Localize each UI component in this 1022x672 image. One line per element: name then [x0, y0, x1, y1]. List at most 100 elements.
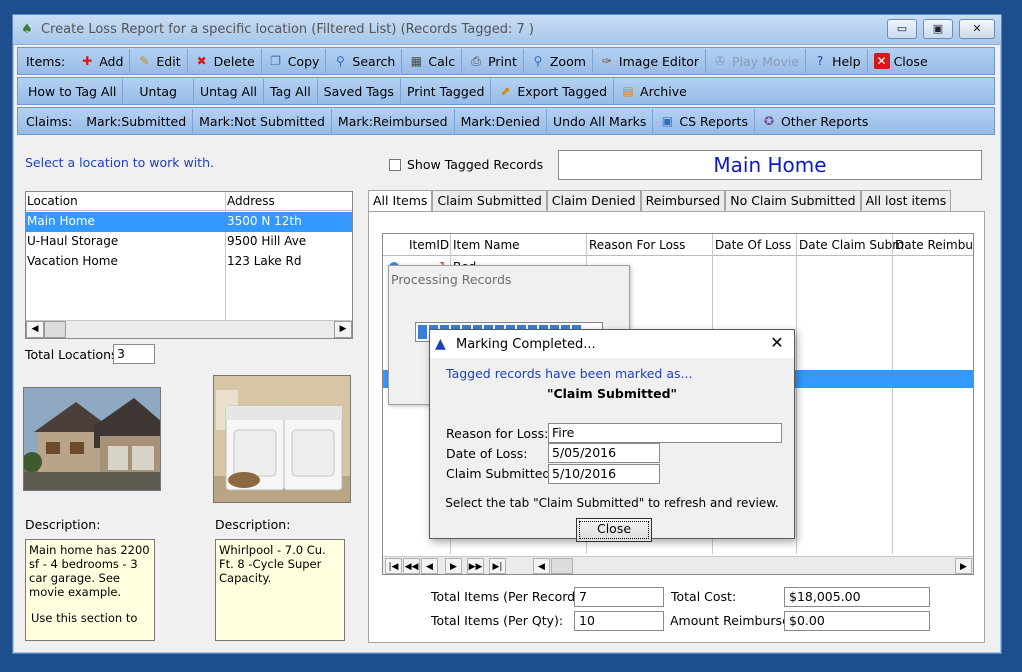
scroll-left-icon[interactable]: ◀	[26, 321, 44, 338]
archive-icon: ▤	[622, 84, 634, 98]
scroll-right-icon[interactable]: ▶	[955, 558, 972, 574]
tab-reimbursed[interactable]: Reimbursed	[640, 190, 726, 212]
claim-submitted-field[interactable]: 5/10/2016	[548, 464, 660, 484]
add-button[interactable]: ✚ Add	[73, 49, 131, 73]
dialog-title-bar: ▲ Marking Completed... ✕	[430, 330, 794, 358]
cs-reports-button[interactable]: ▣ CS Reports	[653, 109, 755, 133]
help-button[interactable]: ? Help	[806, 49, 868, 73]
dialog-close-button[interactable]: Close	[576, 518, 652, 542]
total-items-qty-field[interactable]: 10	[574, 611, 664, 631]
maximize-button[interactable]: ▣	[923, 19, 953, 39]
item-photo[interactable]	[213, 375, 351, 503]
claim-tabs: All Items Claim Submitted Claim Denied R…	[368, 190, 952, 212]
date-of-loss-field[interactable]: 5/05/2016	[548, 443, 660, 463]
saved-tags-button[interactable]: Saved Tags	[318, 79, 401, 103]
location-row[interactable]: Vacation Home 123 Lake Rd	[26, 252, 352, 272]
location-photo[interactable]	[23, 387, 161, 491]
items-header: ItemID Item Name Reason For Loss Date Of…	[383, 234, 973, 256]
marking-message: Tagged records have been marked as...	[446, 366, 693, 381]
delete-icon: ✖	[196, 54, 207, 68]
delete-button[interactable]: ✖ Delete	[188, 49, 262, 73]
export-tagged-button[interactable]: ⬈ Export Tagged	[491, 79, 615, 103]
items-toolbar-label: Items:	[26, 53, 66, 69]
date-claim-column-header[interactable]: Date Claim Subm	[799, 238, 904, 252]
minimize-button[interactable]: ▭	[887, 19, 917, 39]
edit-icon: ✎	[139, 54, 150, 68]
untag-button[interactable]: Untag	[123, 79, 194, 103]
tab-all-items[interactable]: All Items	[368, 190, 433, 212]
locations-horizontal-scrollbar[interactable]: ◀ ▶	[26, 320, 352, 338]
copy-button[interactable]: ❐ Copy	[262, 49, 327, 73]
mark-reimbursed-button[interactable]: Mark:Reimbursed	[332, 109, 455, 133]
paintbrush-icon: ✑	[601, 54, 612, 68]
calculator-icon: ▦	[410, 54, 423, 68]
date-reimbursed-column-header[interactable]: Date Reimburs	[895, 238, 973, 252]
show-tagged-checkbox[interactable]	[389, 159, 401, 171]
select-location-hint: Select a location to work with.	[25, 155, 214, 170]
tag-toolbar: How to Tag All Untag Untag All Tag All S…	[17, 77, 995, 105]
date-of-loss-label: Date of Loss:	[446, 446, 528, 461]
image-editor-button[interactable]: ✑ Image Editor	[593, 49, 707, 73]
print-button[interactable]: ⎙ Print	[462, 49, 524, 73]
address-column-header[interactable]: Address	[227, 194, 275, 208]
tab-claim-denied[interactable]: Claim Denied	[546, 190, 641, 212]
printer-icon: ⎙	[471, 54, 481, 68]
locations-grid: Location Address Main Home 3500 N 12th U…	[25, 191, 353, 339]
how-to-tag-all-button[interactable]: How to Tag All	[22, 79, 124, 103]
last-record-icon[interactable]: ▶|	[489, 558, 506, 574]
location-row[interactable]: Main Home 3500 N 12th	[26, 212, 352, 232]
scroll-thumb[interactable]	[44, 321, 66, 338]
total-items-records-field[interactable]: 7	[574, 587, 664, 607]
tag-all-button[interactable]: Tag All	[264, 79, 318, 103]
date-loss-column-header[interactable]: Date Of Loss	[715, 238, 791, 252]
first-record-icon[interactable]: |◀	[385, 558, 402, 574]
amount-reimbursed-field[interactable]: $0.00	[784, 611, 930, 631]
location-row[interactable]: U-Haul Storage 9500 Hill Ave	[26, 232, 352, 252]
location-column-header[interactable]: Location	[27, 194, 78, 208]
other-reports-button[interactable]: ✪ Other Reports	[755, 109, 874, 133]
item-name-column-header[interactable]: Item Name	[453, 238, 520, 252]
untag-all-button[interactable]: Untag All	[194, 79, 265, 103]
edit-button[interactable]: ✎ Edit	[130, 49, 188, 73]
mark-submitted-button[interactable]: Mark:Submitted	[80, 109, 194, 133]
total-cost-field[interactable]: $18,005.00	[784, 587, 930, 607]
zoom-button[interactable]: ⚲ Zoom	[524, 49, 593, 73]
search-button[interactable]: ⚲ Search	[326, 49, 403, 73]
dialog-close-icon[interactable]: ✕	[768, 334, 786, 352]
next-record-icon[interactable]: ▶	[445, 558, 462, 574]
scroll-right-icon[interactable]: ▶	[334, 321, 352, 338]
item-description-field[interactable]: Whirlpool - 7.0 Cu. Ft. 8 -Cycle Super C…	[215, 539, 345, 641]
tab-no-claim-submitted[interactable]: No Claim Submitted	[725, 190, 861, 212]
total-locations-field[interactable]: 3	[113, 344, 155, 364]
claim-submitted-label: Claim Submitted:	[446, 466, 555, 481]
print-tagged-button[interactable]: Print Tagged	[401, 79, 492, 103]
close-button[interactable]: ✕ Close	[868, 49, 934, 73]
marking-completed-dialog: ▲ Marking Completed... ✕ Tagged records …	[429, 329, 795, 542]
tab-all-lost-items[interactable]: All lost items	[860, 190, 952, 212]
locations-header: Location Address	[26, 192, 352, 211]
itemid-column-header[interactable]: ItemID	[409, 238, 449, 252]
report-icon: ▣	[661, 114, 674, 128]
reason-column-header[interactable]: Reason For Loss	[589, 238, 685, 252]
mark-denied-button[interactable]: Mark:Denied	[455, 109, 547, 133]
scroll-thumb[interactable]	[551, 558, 573, 574]
window-close-button[interactable]: ✕	[959, 19, 995, 39]
marking-note: Select the tab "Claim Submitted" to refr…	[445, 496, 779, 510]
undo-all-marks-button[interactable]: Undo All Marks	[547, 109, 654, 133]
reason-for-loss-field[interactable]: Fire	[548, 423, 782, 443]
mark-not-submitted-button[interactable]: Mark:Not Submitted	[193, 109, 332, 133]
scroll-left-icon[interactable]: ◀	[533, 558, 550, 574]
play-movie-button[interactable]: ✇ Play Movie	[706, 49, 807, 73]
badge-icon: ✪	[763, 114, 774, 128]
prev-record-icon[interactable]: ◀	[421, 558, 438, 574]
calc-button[interactable]: ▦ Calc	[402, 49, 463, 73]
title-bar: ♠ Create Loss Report for a specific loca…	[13, 15, 1001, 45]
archive-button[interactable]: ▤ Archive	[614, 79, 693, 103]
next-page-icon[interactable]: ▶▶	[467, 558, 484, 574]
show-tagged-label[interactable]: Show Tagged Records	[407, 157, 543, 172]
location-description-field[interactable]: Main home has 2200 sf - 4 bedrooms - 3 c…	[25, 539, 155, 641]
tab-claim-submitted[interactable]: Claim Submitted	[432, 190, 547, 212]
help-icon: ?	[816, 54, 824, 68]
prev-page-icon[interactable]: ◀◀	[403, 558, 420, 574]
item-description-label: Description:	[215, 517, 291, 532]
